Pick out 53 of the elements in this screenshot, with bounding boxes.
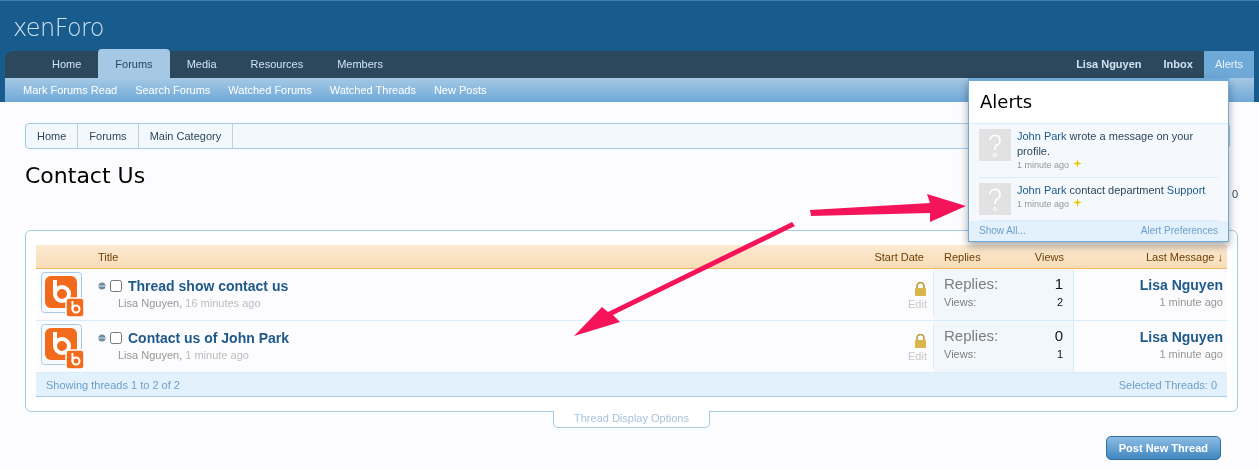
breadcrumb-link[interactable]: Main Category bbox=[138, 124, 234, 148]
views-label: Views: bbox=[944, 295, 977, 310]
user-link[interactable]: John Park bbox=[1017, 130, 1067, 142]
account-tab[interactable]: Inbox bbox=[1152, 51, 1204, 78]
account-tab[interactable]: Lisa Nguyen bbox=[1065, 51, 1153, 78]
thread-checkbox[interactable] bbox=[110, 332, 122, 344]
thread-title-link[interactable]: Contact us of John Park bbox=[128, 329, 290, 347]
column-header[interactable]: Title bbox=[36, 245, 844, 268]
lock-icon bbox=[914, 334, 927, 348]
alert-text: John Park wrote a message on your profile. bbox=[1017, 129, 1195, 159]
alert-time: 1 minute ago bbox=[1017, 198, 1070, 211]
unread-bullet-icon bbox=[98, 334, 106, 342]
nav-tab[interactable]: Home bbox=[35, 51, 99, 78]
column-header[interactable]: Replies bbox=[934, 245, 1014, 268]
views-label: Views: bbox=[944, 347, 977, 362]
last-poster-link[interactable]: Lisa Nguyen bbox=[1139, 328, 1223, 346]
post-time: 16 minutes ago bbox=[185, 297, 261, 309]
user-link[interactable]: John Park bbox=[1017, 184, 1067, 196]
replies-label: Replies: bbox=[944, 275, 999, 293]
star-icon bbox=[1073, 159, 1083, 168]
lock-icon bbox=[914, 282, 927, 296]
placeholder-avatar-icon bbox=[979, 129, 1011, 161]
breadcrumb-link[interactable]: Home bbox=[26, 124, 79, 148]
views-count: 2 bbox=[1056, 295, 1063, 310]
star-icon bbox=[1073, 198, 1083, 207]
replies-label: Replies: bbox=[944, 327, 999, 345]
alert-time: 1 minute ago bbox=[1017, 159, 1070, 172]
unread-bullet-icon bbox=[98, 282, 106, 290]
post-time: 1 minute ago bbox=[185, 349, 249, 361]
replies-count: 1 bbox=[1054, 275, 1063, 293]
page-title: Contact Us bbox=[25, 162, 146, 190]
views-count: 1 bbox=[1056, 347, 1063, 362]
breadcrumb-link[interactable]: Forums bbox=[78, 124, 139, 148]
showing-count: Showing threads 1 to 2 of 2 bbox=[46, 378, 180, 393]
site-logo[interactable]: xenForo bbox=[0, 15, 104, 41]
alert-text: John Park contact department Support bbox=[1017, 183, 1207, 198]
thread-title-link[interactable]: Thread show contact us bbox=[128, 277, 289, 295]
nav-tab[interactable]: Media bbox=[169, 51, 234, 78]
placeholder-avatar-icon bbox=[979, 183, 1011, 215]
department-link[interactable]: Support bbox=[1166, 184, 1206, 196]
replies-count: 0 bbox=[1054, 327, 1063, 345]
last-poster-link[interactable]: Lisa Nguyen bbox=[1139, 276, 1223, 294]
last-post-time: 1 minute ago bbox=[1159, 347, 1223, 362]
column-header[interactable]: Start Date bbox=[844, 245, 934, 268]
nav-tab[interactable]: Resources bbox=[233, 51, 321, 78]
thread-checkbox[interactable] bbox=[110, 280, 122, 292]
nav-tab[interactable]: Forums bbox=[98, 49, 170, 78]
alert-item[interactable]: John Park wrote a message on your profile. 1 minute ago bbox=[979, 124, 1218, 178]
last-post-time: 1 minute ago bbox=[1159, 295, 1223, 310]
column-header[interactable]: Last Message ↓ bbox=[1074, 245, 1227, 268]
column-header[interactable]: Views bbox=[1014, 245, 1074, 268]
selected-count: 0 bbox=[1231, 186, 1238, 202]
nav-tab[interactable]: Members bbox=[320, 51, 400, 78]
